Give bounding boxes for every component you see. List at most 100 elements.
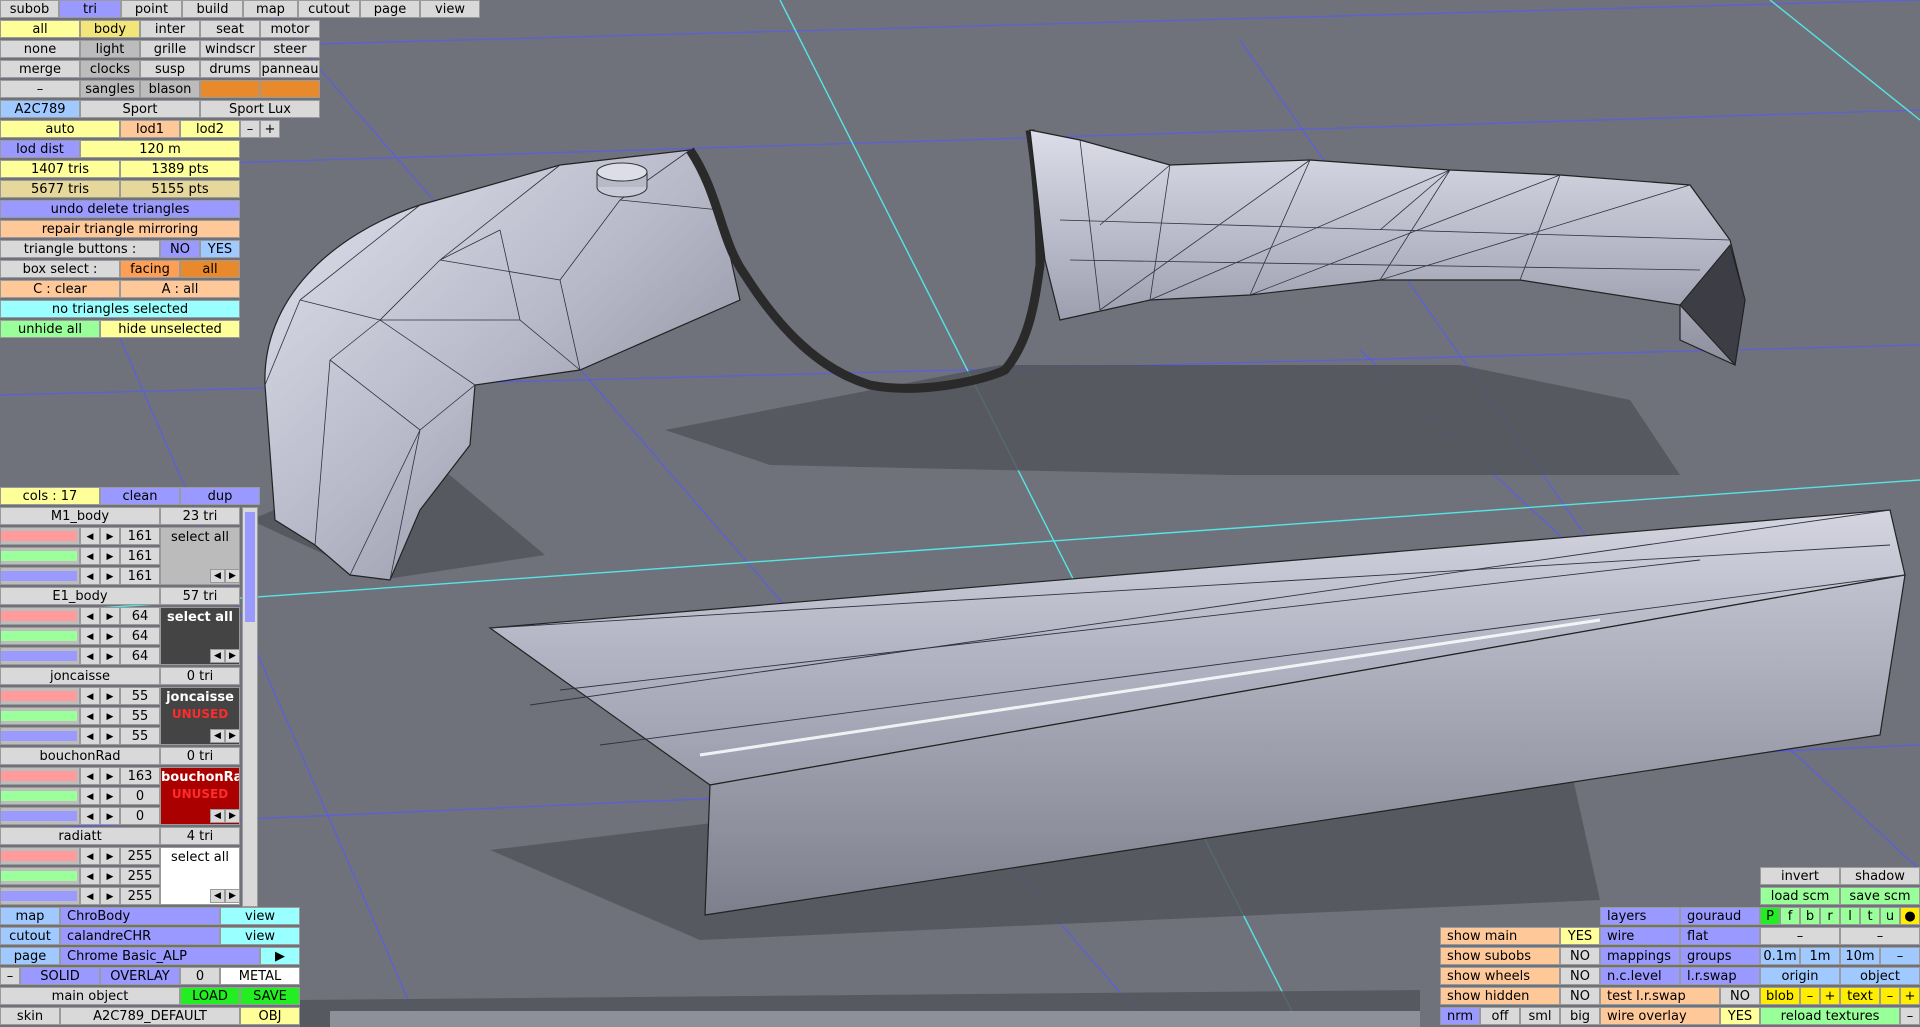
car-code[interactable]: A2C789 — [0, 100, 80, 118]
size-big-button[interactable]: big — [1560, 1007, 1600, 1025]
color-slider-blue[interactable] — [0, 807, 80, 825]
part-steer[interactable]: steer — [260, 40, 320, 58]
swatch-right-arrow-icon[interactable]: ▶ — [225, 809, 240, 823]
decrement-arrow-icon[interactable]: ◀ — [80, 607, 100, 625]
show-wheels-toggle[interactable]: NO — [1560, 967, 1600, 985]
swatch-right-arrow-icon[interactable]: ▶ — [225, 729, 240, 743]
menu-tri[interactable]: tri — [59, 0, 121, 18]
color-value[interactable]: 255 — [120, 867, 160, 885]
cutout-view-button[interactable]: view — [220, 927, 300, 945]
increment-arrow-icon[interactable]: ▶ — [100, 567, 120, 585]
menu-subob[interactable]: subob — [0, 0, 59, 18]
color-slider-red[interactable] — [0, 527, 80, 545]
decrement-arrow-icon[interactable]: ◀ — [80, 867, 100, 885]
scale-minus-right[interactable]: – — [1840, 927, 1920, 945]
save-scm-button[interactable]: save scm — [1840, 887, 1920, 905]
decrement-arrow-icon[interactable]: ◀ — [80, 767, 100, 785]
increment-arrow-icon[interactable]: ▶ — [100, 707, 120, 725]
part-grille[interactable]: grille — [140, 40, 200, 58]
color-value[interactable]: 163 — [120, 767, 160, 785]
load-scm-button[interactable]: load scm — [1760, 887, 1840, 905]
grid-10m-button[interactable]: 10m — [1840, 947, 1880, 965]
decrement-arrow-icon[interactable]: ◀ — [80, 727, 100, 745]
page-next-arrow[interactable]: ▶ — [260, 947, 300, 965]
color-slider-green[interactable] — [0, 787, 80, 805]
part-merge[interactable]: merge — [0, 60, 80, 78]
cols-clean-button[interactable]: clean — [100, 487, 180, 505]
menu-build[interactable]: build — [182, 0, 243, 18]
size-nrm-button[interactable]: nrm — [1440, 1007, 1480, 1025]
increment-arrow-icon[interactable]: ▶ — [100, 727, 120, 745]
overlay-button[interactable]: OVERLAY — [100, 967, 180, 985]
cutout-value[interactable]: calandreCHR — [60, 927, 220, 945]
color-slider-blue[interactable] — [0, 647, 80, 665]
part-windscr[interactable]: windscr — [200, 40, 260, 58]
scale-minus-left[interactable]: – — [1760, 927, 1840, 945]
swatch-left-arrow-icon[interactable]: ◀ — [210, 889, 225, 903]
obj-button[interactable]: OBJ — [240, 1007, 300, 1025]
decrement-arrow-icon[interactable]: ◀ — [80, 567, 100, 585]
decrement-arrow-icon[interactable]: ◀ — [80, 647, 100, 665]
decrement-arrow-icon[interactable]: ◀ — [80, 707, 100, 725]
swatch-right-arrow-icon[interactable]: ▶ — [225, 569, 240, 583]
select-all-button[interactable]: A : all — [120, 280, 240, 298]
color-value[interactable]: 0 — [120, 807, 160, 825]
variant-sport-lux[interactable]: Sport Lux — [200, 100, 320, 118]
color-value[interactable]: 255 — [120, 847, 160, 865]
grid-1m-button[interactable]: 1m — [1800, 947, 1840, 965]
object-button[interactable]: object — [1840, 967, 1920, 985]
size-off-button[interactable]: off — [1480, 1007, 1520, 1025]
undo-delete-button[interactable]: undo delete triangles — [0, 200, 240, 218]
color-slider-red[interactable] — [0, 687, 80, 705]
decrement-arrow-icon[interactable]: ◀ — [80, 627, 100, 645]
color-value[interactable]: 255 — [120, 887, 160, 905]
color-slider-green[interactable] — [0, 627, 80, 645]
swatch-left-arrow-icon[interactable]: ◀ — [210, 809, 225, 823]
decrement-arrow-icon[interactable]: ◀ — [80, 847, 100, 865]
color-value[interactable]: 161 — [120, 567, 160, 585]
layers-button[interactable]: layers — [1600, 907, 1680, 925]
wire-overlay-toggle[interactable]: YES — [1720, 1007, 1760, 1025]
part-clocks[interactable]: clocks — [80, 60, 140, 78]
box-facing-button[interactable]: facing — [120, 260, 180, 278]
part-panneau[interactable]: panneau — [260, 60, 320, 78]
origin-button[interactable]: origin — [1760, 967, 1840, 985]
decrement-arrow-icon[interactable]: ◀ — [80, 527, 100, 545]
color-slider-red[interactable] — [0, 607, 80, 625]
view-r-button[interactable]: r — [1820, 907, 1840, 925]
materials-scrollbar[interactable] — [242, 507, 258, 907]
menu-point[interactable]: point — [121, 0, 182, 18]
part-susp[interactable]: susp — [140, 60, 200, 78]
lod-minus-button[interactable]: – — [240, 120, 260, 138]
increment-arrow-icon[interactable]: ▶ — [100, 527, 120, 545]
increment-arrow-icon[interactable]: ▶ — [100, 547, 120, 565]
color-slider-green[interactable] — [0, 707, 80, 725]
box-all-button[interactable]: all — [180, 260, 240, 278]
color-slider-green[interactable] — [0, 867, 80, 885]
solid-button[interactable]: SOLID — [20, 967, 100, 985]
color-value[interactable]: 64 — [120, 627, 160, 645]
materials-scroll-thumb[interactable] — [245, 512, 255, 622]
groups-button[interactable]: groups — [1680, 947, 1760, 965]
increment-arrow-icon[interactable]: ▶ — [100, 647, 120, 665]
grid-minus-button[interactable]: – — [1880, 947, 1920, 965]
view-p-button[interactable]: P — [1760, 907, 1780, 925]
part-light[interactable]: light — [80, 40, 140, 58]
lod1-button[interactable]: lod1 — [120, 120, 180, 138]
metal-button[interactable]: METAL — [220, 967, 300, 985]
decrement-arrow-icon[interactable]: ◀ — [80, 787, 100, 805]
triangle-buttons-yes[interactable]: YES — [200, 240, 240, 258]
view-b-button[interactable]: b — [1800, 907, 1820, 925]
swatch-right-arrow-icon[interactable]: ▶ — [225, 889, 240, 903]
swatch-right-arrow-icon[interactable]: ▶ — [225, 649, 240, 663]
invert-button[interactable]: invert — [1760, 867, 1840, 885]
menu-map[interactable]: map — [243, 0, 298, 18]
map-view-button[interactable]: view — [220, 907, 300, 925]
lr-swap-button[interactable]: l.r.swap — [1680, 967, 1760, 985]
increment-arrow-icon[interactable]: ▶ — [100, 887, 120, 905]
part-none[interactable]: none — [0, 40, 80, 58]
clear-button[interactable]: C : clear — [0, 280, 120, 298]
part-sangles[interactable]: sangles — [80, 80, 140, 98]
test-lr-swap-toggle[interactable]: NO — [1720, 987, 1760, 1005]
grid-01m-button[interactable]: 0.1m — [1760, 947, 1800, 965]
